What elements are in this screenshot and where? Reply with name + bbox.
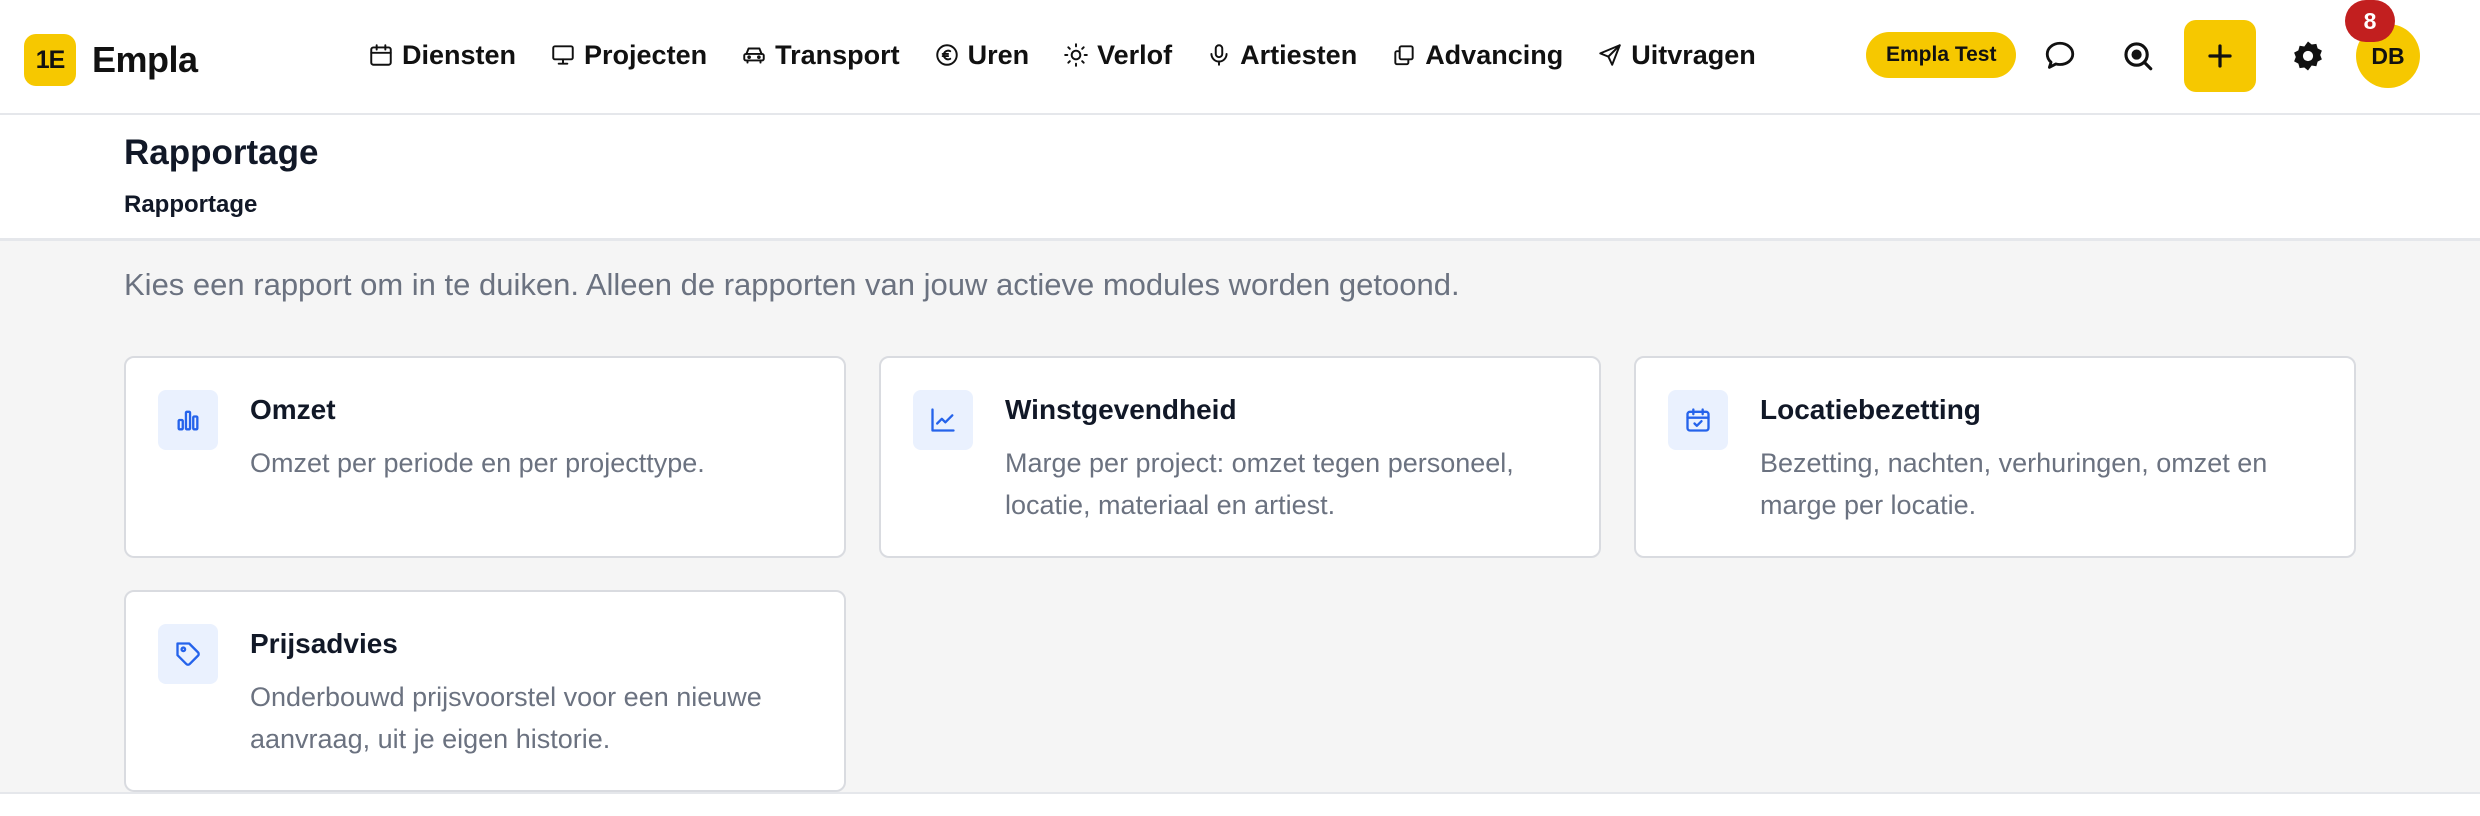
copy-icon [1394,45,1414,66]
nav-item-uren[interactable]: Uren [934,39,1030,71]
nav-label: Projecten [584,39,708,70]
chat-button[interactable] [2032,28,2088,84]
logo[interactable]: 1E Empla [24,34,198,86]
report-card-prijsadvies[interactable]: Prijsadvies Onderbouwd prijsvoorstel voo… [124,590,846,792]
intro-text: Kies een rapport om in te duiken. Alleen… [124,267,1460,302]
plus-icon [2208,44,2232,68]
report-icon-wrapper [158,390,218,450]
car-icon [743,47,765,64]
report-title: Prijsadvies [250,628,398,659]
chat-bubble-icon [2045,41,2075,69]
report-title: Locatiebezetting [1760,394,1981,425]
nav-label: Advancing [1425,39,1564,70]
monitor-icon [552,45,574,65]
report-card-locatiebezetting[interactable]: Locatiebezetting Bezetting, nachten, ver… [1634,356,2356,558]
logo-mark: 1E [24,34,76,86]
report-title: Winstgevendheid [1005,394,1237,425]
gear-icon [2294,41,2322,71]
bar-chart-icon [177,410,199,431]
report-description: Omzet per periode en per projecttype. [250,448,705,478]
app-name: Empla [92,39,198,80]
report-description: Bezetting, nachten, verhuringen, omzet e… [1760,448,2268,520]
main-content: Kies een rapport om in te duiken. Alleen… [0,241,2480,794]
search-button[interactable] [2110,28,2166,84]
nav-label: Transport [775,39,900,70]
report-icon-wrapper [1668,390,1728,450]
nav-item-transport[interactable]: Transport [741,40,900,71]
tag-icon [176,642,200,666]
send-icon [1599,44,1621,66]
nav-item-projecten[interactable]: Projecten [550,40,707,71]
line-chart-icon [931,408,955,432]
report-description: Onderbouwd prijsvoorstel voor een nieuwe… [250,682,762,754]
notification-badge: 8 [2345,0,2395,42]
nav-item-artiesten[interactable]: Artiesten [1206,40,1357,71]
nav-label: Uitvragen [1631,39,1756,70]
nav-label: Uren [967,39,1030,70]
workspace-switcher[interactable]: Empla Test [1866,32,2017,78]
report-icon-wrapper [158,624,218,684]
nav-label: Diensten [402,39,517,70]
report-title: Omzet [250,394,336,425]
page-title: Rapportage [124,133,319,172]
report-description: Marge per project: omzet tegen personeel… [1005,448,1514,520]
microphone-icon [1210,44,1228,66]
euro-icon [935,44,958,66]
report-card-omzet[interactable]: Omzet Omzet per periode en per projectty… [124,356,846,558]
calendar-icon [370,44,392,66]
top-bar: 1E Empla Diensten Projecten Transport Ur… [0,0,2480,115]
search-icon [2124,42,2153,71]
page-header: Rapportage Rapportage [0,115,2480,241]
nav-label: Verlof [1097,39,1173,70]
nav-item-verlof[interactable]: Verlof [1063,40,1172,71]
calendar-check-icon [1686,408,1710,432]
report-icon-wrapper [913,390,973,450]
add-button[interactable] [2184,20,2256,92]
report-card-winstgevendheid[interactable]: Winstgevendheid Marge per project: omzet… [879,356,1601,558]
nav-label: Artiesten [1240,39,1358,70]
sun-icon [1064,43,1088,67]
nav-item-diensten[interactable]: Diensten [368,40,516,71]
settings-button[interactable] [2280,28,2336,84]
nav-item-uitvragen[interactable]: Uitvragen [1597,40,1756,71]
main-nav: Diensten Projecten Transport Uren Verlof… [368,32,1756,78]
breadcrumb[interactable]: Rapportage [124,191,257,219]
nav-item-advancing[interactable]: Advancing [1391,40,1563,71]
